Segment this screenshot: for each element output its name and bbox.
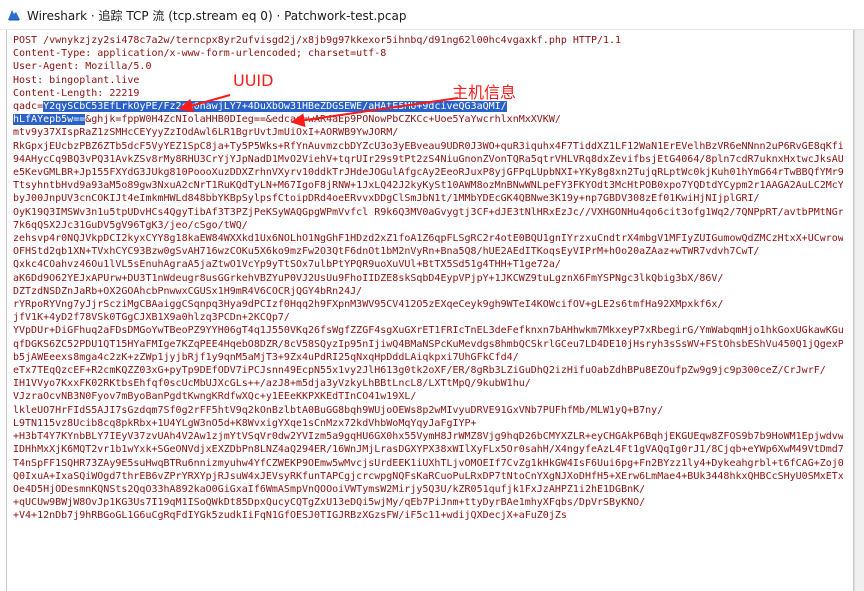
body-line: qfDGKS6ZC52PDU1QT15HYaFMIge7KZqPEE4HqebO…	[13, 338, 843, 350]
body-line: zehsvp4r0NQJVkpDCI2kyxCYY8g18kaEW84WXXkd…	[13, 233, 843, 245]
window-title: Wireshark · 追踪 TCP 流 (tcp.stream eq 0) ·…	[27, 9, 407, 23]
body-line: +V4+12nDb7j9hRBGoGL1G6uCgRqFdIYGk5zudkIi…	[13, 510, 567, 522]
body-line: IH1VVyo7KxxFK02RKtbsEhfqf0scUcMbUJXcGLs+…	[13, 378, 531, 390]
body-line: OFHStd2qb1XN+TVxhCYC93Bzw0gSvAH716wzCOKu…	[13, 246, 760, 258]
body-line: L9TN115vz8Ucib8cq8pkRbx+1U4YLgW3nO5d+K8W…	[13, 417, 477, 429]
body-line: 94AHycCq9BQ3vPQ31AvkZSv8rMy8RHU3CrYjYJpN…	[13, 153, 843, 165]
body-prefix: qadc=	[13, 101, 44, 113]
vertical-scrollbar[interactable]	[854, 30, 864, 591]
body-line: b5jAWEeexs8mga4c2zK+zZWp1jyjbRjf1y9qnM5a…	[13, 351, 519, 363]
stream-body-lines: mtv9y37XIspRaZ1zSMHcCEYyyZzIOdAwl6LR1Bgr…	[13, 127, 843, 521]
body-line: TtsyhntbHvd9a93aM5o89gw3NxuA2cNrT1RuKQdT…	[13, 180, 843, 192]
body-line: eTx7TEqQzcEF+R2cmKQZZ03xG+pyTp9DEfODV7iP…	[13, 365, 826, 377]
body-line: lkleUO7HrFIdS5AJI7sGzdqm7Sf0g2rFF5htV9q2…	[13, 404, 664, 416]
body-line: +H3bT4Y7KYnbBLY7IEyV37zvUAh4V2Aw1zjmYtVS…	[13, 431, 843, 443]
host-info-text: &ghjk=fppW0H4ZcNIolaHHB0DIeg==&edcaa=wAR…	[85, 114, 561, 126]
body-line: rYRpoRYVng7yJjrScziMgCBAaiggCSqnpq3Hya9d…	[13, 299, 724, 311]
header-line: Content-Length: 22219	[13, 87, 140, 99]
body-line: DZTzdNSDZnJaRb+OX2GOAhcbPnwwxCGUSx1H9mR4…	[13, 285, 363, 297]
uuid-annotation-label: UUID	[233, 71, 274, 90]
body-line: Qxkc4COahvz46Ou1lVL5sEnuhAgraA5jaZtwO1Vc…	[13, 259, 561, 271]
header-line: User-Agent: Mozilla/5.0	[13, 61, 152, 73]
body-line: OyK19Q3IMSWv3n1u5tpUDvHCs4QgyTibAf3T3PZj…	[13, 206, 843, 218]
body-line: byJ00JnpUV3cnCOKIJt4eImkmHWLd848bbYKBpSy…	[13, 193, 760, 205]
body-line: IDHhMxXjK6MQT2vr1b1wYxk+SGeONVdjxEXZDbPn…	[13, 444, 843, 456]
window-titlebar: Wireshark · 追踪 TCP 流 (tcp.stream eq 0) ·…	[0, 0, 864, 30]
stream-header-lines: POST /vwnykzjzy2si478c7a2w/terncpx8yr2uf…	[13, 35, 621, 99]
selected-uuid-text-continued[interactable]: hLfAYepb5w==	[13, 114, 86, 126]
body-line: e5KevGMLBR+Jp155FXYdG3JUkg810PoooXuzDDXZ…	[13, 167, 843, 179]
body-line: YVpDUr+DiGFhuq2aFDsDMGoYwTBeoPZ9YYH06gT4…	[13, 325, 843, 337]
body-line: mtv9y37XIspRaZ1zSMHcCEYyyZzIOdAwl6LR1Bgr…	[13, 127, 399, 139]
body-line: aK6Dd9O62YEJxAPUrw+DU3T1nWdeugr8usGGrkeh…	[13, 272, 724, 284]
host-info-annotation-label: 主机信息	[452, 83, 517, 102]
body-line: RkGpxjEUcbzPBZ6ZTb5dcF5VyYEZ1SpC8ja+Ty5P…	[13, 140, 843, 152]
header-line: Host: bingoplant.live	[13, 74, 140, 86]
body-line: 7k6qQSX2Jc31GuDV5gV96TgK3/jeo/cSgo/tWQ/	[13, 219, 248, 231]
body-line: T4nSpFF1SQHR73ZAy9E5suHwqBTRu6nnizmyuhw4…	[13, 457, 843, 469]
body-line: jfV1K+4yD2f78VSk0TGgCJXB1X9a0hlzq3PCDn+2…	[13, 312, 290, 324]
body-line: +qUCUw9BWjW8OvJp1KG3Us7I19qM1ISoQWkDt85D…	[13, 497, 646, 509]
body-line: Oe4D5HjODesmnKQNSts2QqO33hA892kaO0GiGxaI…	[13, 483, 646, 495]
header-line: POST /vwnykzjzy2si478c7a2w/terncpx8yr2uf…	[13, 35, 622, 46]
header-line: Content-Type: application/x-www-form-url…	[13, 48, 387, 60]
tcp-stream-view[interactable]: POST /vwnykzjzy2si478c7a2w/terncpx8yr2uf…	[6, 30, 854, 591]
body-line: Q0IxuA+IxaSQiWOgd7thrEB6vZPrYRXYpjRJsuW4…	[13, 470, 843, 482]
body-line: VJzraOcvNB3N0Fyov7mByoBanPgdtKwngKRdfwXQ…	[13, 391, 417, 403]
wireshark-fin-icon	[8, 10, 20, 21]
selected-uuid-text[interactable]: Y2qySCbC53EfLrkOyPE/Fz2sw0nawjLY7+4DuXbO…	[43, 101, 507, 113]
stream-text[interactable]: POST /vwnykzjzy2si478c7a2w/terncpx8yr2uf…	[13, 34, 843, 523]
